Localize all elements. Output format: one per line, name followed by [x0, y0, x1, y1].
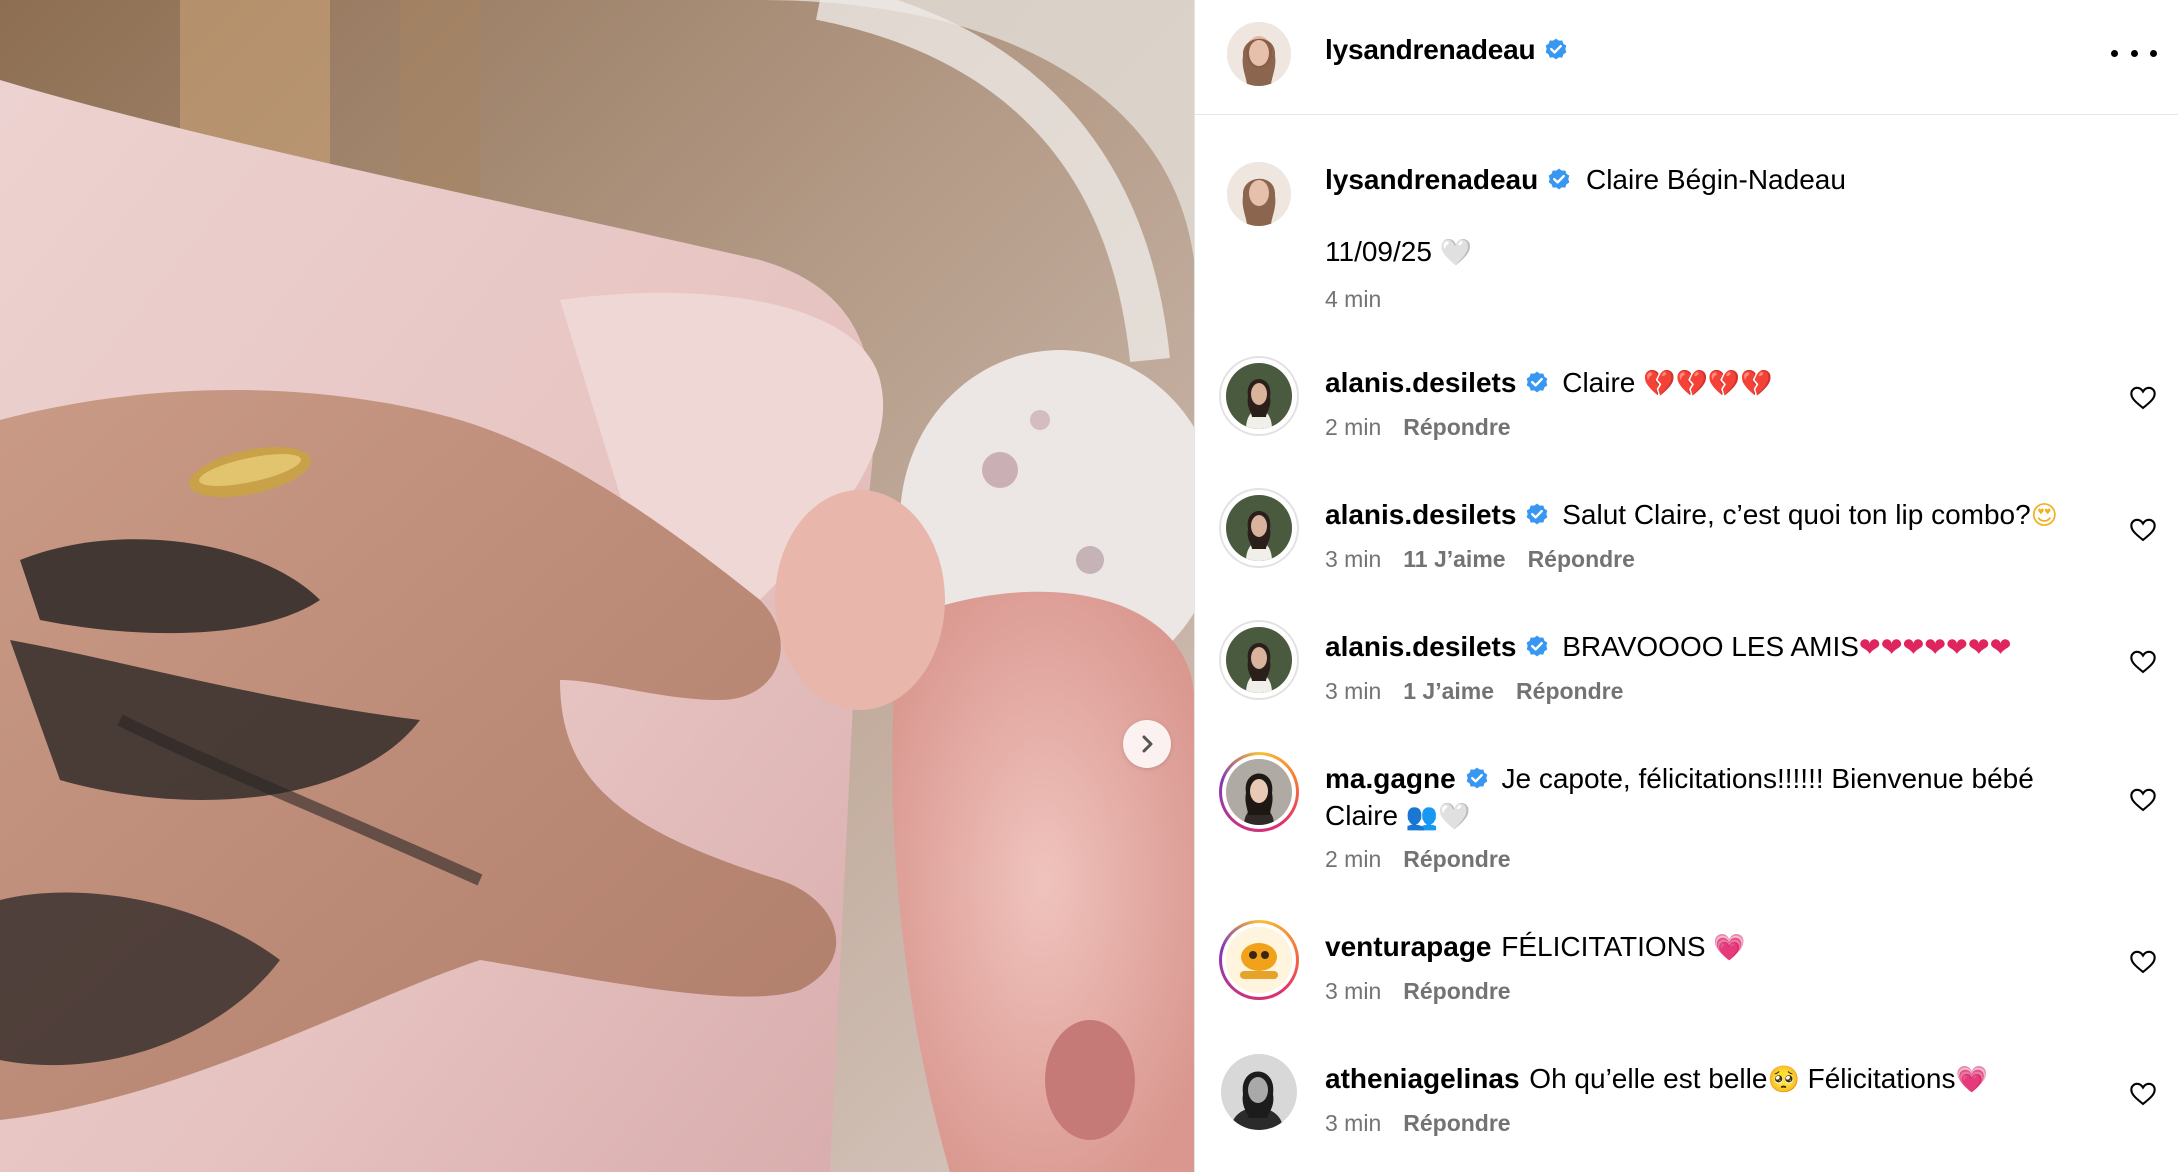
commenter-avatar[interactable] [1219, 488, 1299, 568]
comment-item: ma.gagne Je capote, félicitations!!!!!! … [1195, 746, 2178, 914]
next-image-button[interactable] [1123, 720, 1171, 768]
verified-badge-icon [1527, 503, 1548, 525]
commenter-avatar[interactable] [1221, 1054, 1297, 1130]
red-heart-emoji: ❤❤❤❤❤❤❤ [1858, 633, 2012, 663]
white-heart-emoji: 🤍 [1439, 238, 1473, 268]
comment-timestamp: 2 min [1325, 846, 1382, 872]
verified-badge-icon [1466, 767, 1487, 789]
comment-meta: 3 min 11 J’aime Répondre [1325, 546, 1635, 573]
reply-button[interactable]: Répondre [1403, 846, 1510, 872]
author-avatar[interactable] [1227, 22, 1291, 86]
comment-text: atheniagelinas Oh qu’elle est belle🥺 Fél… [1325, 1063, 1988, 1095]
comment-timestamp: 2 min [1325, 414, 1382, 440]
comment-username[interactable]: ma.gagne [1325, 763, 1456, 794]
comment-username[interactable]: alanis.desilets [1325, 367, 1516, 398]
heart-eyes-emoji: 😍 [2030, 501, 2058, 531]
like-comment-heart-icon[interactable] [2129, 516, 2157, 544]
verified-badge-icon [1548, 168, 1570, 190]
comment-text: venturapage FÉLICITATIONS 💗 [1325, 931, 1746, 963]
post-header: lysandrenadeau [1195, 0, 2178, 115]
like-comment-heart-icon[interactable] [2129, 384, 2157, 412]
caption-avatar[interactable] [1227, 162, 1291, 226]
comment-username[interactable]: alanis.desilets [1325, 499, 1516, 530]
comment-timestamp: 3 min [1325, 546, 1382, 572]
commenter-avatar[interactable] [1219, 752, 1299, 832]
comment-username[interactable]: atheniagelinas [1325, 1063, 1520, 1094]
caption-body: Claire Bégin-Nadeau [1585, 164, 1846, 195]
commenter-avatar[interactable] [1219, 920, 1299, 1000]
verified-badge-icon [1527, 371, 1548, 393]
comment-likes[interactable]: 11 J’aime [1403, 546, 1505, 572]
comment-timestamp: 3 min [1325, 978, 1382, 1004]
comment-item: venturapage FÉLICITATIONS 💗 3 min Répondr… [1195, 914, 2178, 1046]
like-comment-heart-icon[interactable] [2129, 648, 2157, 676]
broken-heart-emoji: 💔💔💔💔 [1643, 369, 1773, 399]
more-options-button[interactable] [2111, 38, 2157, 68]
comment-timestamp: 3 min [1325, 1110, 1382, 1136]
caption-date: 11/09/25 🤍 [1325, 236, 1473, 268]
pink-heart-emoji: 💗 [1713, 933, 1746, 963]
chevron-right-icon [1142, 735, 1153, 753]
reply-button[interactable]: Répondre [1403, 1110, 1510, 1136]
reply-button[interactable]: Répondre [1528, 546, 1635, 572]
comment-meta: 2 min Répondre [1325, 846, 1511, 873]
comments-list: alanis.desilets Claire 💔💔💔💔 2 min Répondr… [1195, 350, 2178, 1172]
comment-item: alanis.desilets BRAVOOOO LES AMIS❤❤❤❤❤❤❤… [1195, 614, 2178, 746]
like-comment-heart-icon[interactable] [2129, 786, 2157, 814]
comment-meta: 3 min 1 J’aime Répondre [1325, 678, 1623, 705]
reply-button[interactable]: Répondre [1516, 678, 1623, 704]
commenter-avatar[interactable] [1219, 356, 1299, 436]
author-username[interactable]: lysandrenadeau [1325, 34, 1569, 66]
caption-username[interactable]: lysandrenadeau [1325, 164, 1538, 195]
post-sidebar: lysandrenadeau lysandrenadeau Claire Bég… [1194, 0, 2178, 1172]
reply-button[interactable]: Répondre [1403, 414, 1510, 440]
caption-text: lysandrenadeau Claire Bégin-Nadeau [1325, 164, 1846, 196]
post-photo [0, 0, 1194, 1172]
post-media[interactable] [0, 0, 1194, 1172]
like-comment-heart-icon[interactable] [2129, 1080, 2157, 1108]
comment-text: alanis.desilets Claire 💔💔💔💔 [1325, 367, 1773, 399]
verified-badge-icon [1527, 635, 1548, 657]
pleading-face-emoji: 🥺 [1767, 1065, 1800, 1095]
comment-text: alanis.desilets Salut Claire, c’est quoi… [1325, 499, 2058, 531]
comment-timestamp: 3 min [1325, 678, 1382, 704]
comment-username[interactable]: alanis.desilets [1325, 631, 1516, 662]
comment-item: alanis.desilets Salut Claire, c’est quoi… [1195, 482, 2178, 614]
comment-item: alanis.desilets Claire 💔💔💔💔 2 min Répondr… [1195, 350, 2178, 482]
comment-username[interactable]: venturapage [1325, 931, 1492, 962]
people-emoji: 👥🤍 [1405, 802, 1471, 832]
comment-likes[interactable]: 1 J’aime [1403, 678, 1494, 704]
pink-heart-emoji: 💗 [1955, 1065, 1988, 1095]
comment-meta: 2 min Répondre [1325, 414, 1511, 441]
commenter-avatar[interactable] [1219, 620, 1299, 700]
more-horizontal-icon [2111, 49, 2118, 57]
comment-text: ma.gagne Je capote, félicitations!!!!!! … [1325, 763, 2034, 832]
instagram-post: lysandrenadeau lysandrenadeau Claire Bég… [0, 0, 2178, 1172]
comment-meta: 3 min Répondre [1325, 978, 1511, 1005]
verified-badge-icon [1546, 38, 1567, 60]
reply-button[interactable]: Répondre [1403, 978, 1510, 1004]
like-comment-heart-icon[interactable] [2129, 948, 2157, 976]
caption-timestamp: 4 min [1325, 286, 1382, 312]
comment-item: atheniagelinas Oh qu’elle est belle🥺 Fél… [1195, 1046, 2178, 1172]
comment-text: alanis.desilets BRAVOOOO LES AMIS❤❤❤❤❤❤❤ [1325, 631, 2012, 663]
comment-meta: 3 min Répondre [1325, 1110, 1511, 1137]
